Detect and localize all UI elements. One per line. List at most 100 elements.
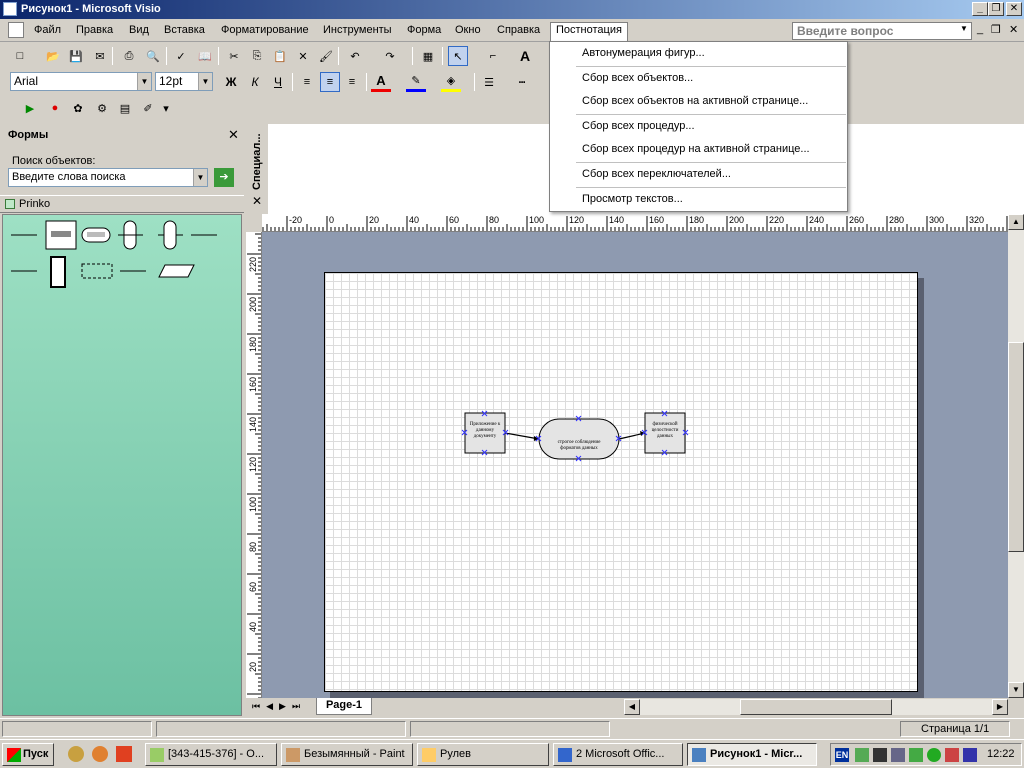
font-select[interactable]: Arial ▼ — [10, 72, 152, 91]
tray-icon-4[interactable] — [909, 748, 923, 762]
horizontal-ruler[interactable]: -20 0 20 40 60 80 100 120 140 160 180 200 220 240 260 2… — [262, 214, 1008, 232]
align-left-icon[interactable]: ≡ — [297, 72, 317, 92]
document-icon[interactable] — [8, 22, 24, 38]
quicklaunch-users-icon[interactable] — [68, 746, 84, 762]
record-icon[interactable]: ● — [45, 98, 65, 118]
font-color-icon[interactable]: A — [371, 72, 391, 92]
horizontal-scroll-thumb[interactable] — [740, 699, 892, 715]
doc-minimize-button[interactable]: _ — [977, 23, 983, 35]
connector-left[interactable] — [504, 432, 540, 440]
quicklaunch-firefox-icon[interactable] — [92, 746, 108, 762]
chevron-down-icon[interactable]: ▼ — [193, 169, 207, 186]
research-icon[interactable]: 📖 — [195, 46, 215, 66]
scroll-right-icon[interactable]: ▶ — [992, 699, 1008, 715]
chevron-down-icon[interactable]: ▼ — [198, 73, 212, 90]
toolbar-options-icon[interactable]: ▾ — [160, 98, 172, 118]
tray-icon-1[interactable] — [855, 748, 869, 762]
vertical-scrollbar[interactable]: ▲ ▼ — [1008, 214, 1024, 698]
italic-button[interactable]: К — [245, 72, 265, 92]
fill-color-icon[interactable]: ◈ — [441, 72, 461, 92]
language-icon[interactable]: EN — [835, 748, 849, 762]
tray-icon-6[interactable] — [945, 748, 959, 762]
close-icon[interactable]: ✕ — [228, 127, 239, 143]
page-navigation-icon[interactable]: ⏮◀▶⏭ — [252, 701, 306, 712]
doc-restore-button[interactable]: ❐ — [991, 23, 1001, 36]
new-icon[interactable]: □ — [10, 46, 30, 66]
line-weight-icon[interactable]: ☰ — [479, 72, 499, 92]
task-button-1[interactable]: [343-415-376] - О... — [145, 743, 277, 766]
close-icon[interactable]: ✕ — [252, 194, 262, 208]
stencil-masters[interactable] — [3, 215, 241, 295]
shapes-window-icon[interactable]: ▦ — [418, 46, 438, 66]
quicklaunch-app-icon[interactable] — [116, 746, 132, 762]
save-icon[interactable]: 💾 — [66, 46, 86, 66]
menu-item-view-texts[interactable]: Просмотр текстов... — [550, 188, 847, 210]
scroll-down-icon[interactable]: ▼ — [1008, 682, 1024, 698]
tray-icon-3[interactable] — [891, 748, 905, 762]
center-terminator-shape[interactable] — [538, 418, 620, 460]
align-center-icon[interactable]: ≡ — [320, 72, 340, 92]
task-button-visio[interactable]: Рисунок1 - Micr... — [687, 743, 817, 766]
delete-icon[interactable]: ✕ — [293, 46, 313, 66]
print-preview-icon[interactable]: 🔍 — [143, 46, 163, 66]
stencil-tab-prinko[interactable]: Prinko — [0, 195, 244, 213]
pointer-tool-icon[interactable]: ↖ — [448, 46, 468, 66]
line-pattern-icon[interactable]: ┅ — [512, 72, 532, 92]
menu-item-collect-all-objects[interactable]: Сбор всех объектов... — [550, 67, 847, 89]
task-button-3[interactable]: Рулев — [417, 743, 549, 766]
cut-icon[interactable]: ✂ — [224, 46, 244, 66]
help-question-input[interactable]: Введите вопрос — [792, 22, 972, 40]
paste-icon[interactable]: 📋 — [270, 46, 290, 66]
text-tool-icon[interactable]: A — [515, 46, 535, 66]
menu-insert[interactable]: Вставка — [159, 23, 210, 40]
open-icon[interactable]: 📂 — [43, 46, 63, 66]
run-macro-icon[interactable]: ▶ — [20, 98, 40, 118]
vertical-ruler[interactable]: 220 200 180 160 140 120 100 80 60 40 20 — [246, 232, 262, 698]
design-mode-icon[interactable]: ✐ — [138, 98, 158, 118]
chevron-down-icon[interactable]: ▼ — [137, 73, 151, 90]
tab-page-1[interactable]: Page-1 — [316, 698, 372, 715]
task-button-2[interactable]: Безымянный - Paint — [281, 743, 413, 766]
maximize-button[interactable]: ❐ — [988, 2, 1004, 16]
permission-icon[interactable]: ✉ — [90, 46, 110, 66]
print-icon[interactable]: ⎙ — [119, 46, 139, 66]
menu-format[interactable]: Форматирование — [216, 23, 314, 40]
search-go-button[interactable]: ➔ — [214, 168, 234, 187]
scroll-up-icon[interactable]: ▲ — [1008, 214, 1024, 230]
menu-edit[interactable]: Правка — [71, 23, 118, 40]
menu-tools[interactable]: Инструменты — [318, 23, 397, 40]
menu-item-autonumber[interactable]: Автонумерация фигур... — [550, 42, 847, 64]
redo-icon[interactable]: ↷ — [380, 46, 400, 66]
drawing-canvas[interactable]: Приложение к данному документу строгое с… — [262, 232, 1008, 698]
diagram[interactable] — [325, 273, 919, 693]
menu-postnotation[interactable]: Постнотация — [550, 22, 628, 41]
align-right-icon[interactable]: ≡ — [342, 72, 362, 92]
security-icon[interactable]: ✿ — [68, 98, 88, 118]
tray-icon-2[interactable] — [873, 748, 887, 762]
menu-window[interactable]: Окно — [450, 23, 486, 40]
format-painter-icon[interactable]: 🖌 — [316, 46, 336, 66]
connector-tool-icon[interactable]: ⌐ — [483, 46, 503, 66]
menu-item-collect-all-procedures[interactable]: Сбор всех процедур... — [550, 115, 847, 137]
underline-button[interactable]: Ч — [268, 72, 288, 92]
clock[interactable]: 12:22 — [987, 748, 1015, 760]
copy-icon[interactable]: ⎘ — [247, 46, 267, 66]
menu-view[interactable]: Вид — [124, 23, 154, 40]
controls-icon[interactable]: ▤ — [115, 98, 135, 118]
menu-item-collect-objects-active-page[interactable]: Сбор всех объектов на активной странице.… — [550, 90, 847, 112]
bold-button[interactable]: Ж — [221, 72, 241, 92]
menu-help[interactable]: Справка — [492, 23, 545, 40]
question-dropdown-icon[interactable]: ▼ — [960, 24, 968, 33]
menu-shape[interactable]: Форма — [402, 23, 446, 40]
task-button-4[interactable]: 2 Microsoft Offic... — [553, 743, 683, 766]
menu-item-collect-switches[interactable]: Сбор всех переключателей... — [550, 163, 847, 185]
menu-item-collect-procedures-active-page[interactable]: Сбор всех процедур на активной странице.… — [550, 138, 847, 160]
vertical-scroll-thumb[interactable] — [1008, 342, 1024, 552]
scroll-left-icon[interactable]: ◀ — [624, 699, 640, 715]
search-input[interactable]: Введите слова поиска ▼ — [8, 168, 208, 187]
undo-icon[interactable]: ↶ — [345, 46, 365, 66]
ruler-corner[interactable] — [246, 214, 262, 232]
line-color-icon[interactable]: ✎ — [406, 72, 426, 92]
drawing-page[interactable]: Приложение к данному документу строгое с… — [324, 272, 918, 692]
tray-icon-7[interactable] — [963, 748, 977, 762]
